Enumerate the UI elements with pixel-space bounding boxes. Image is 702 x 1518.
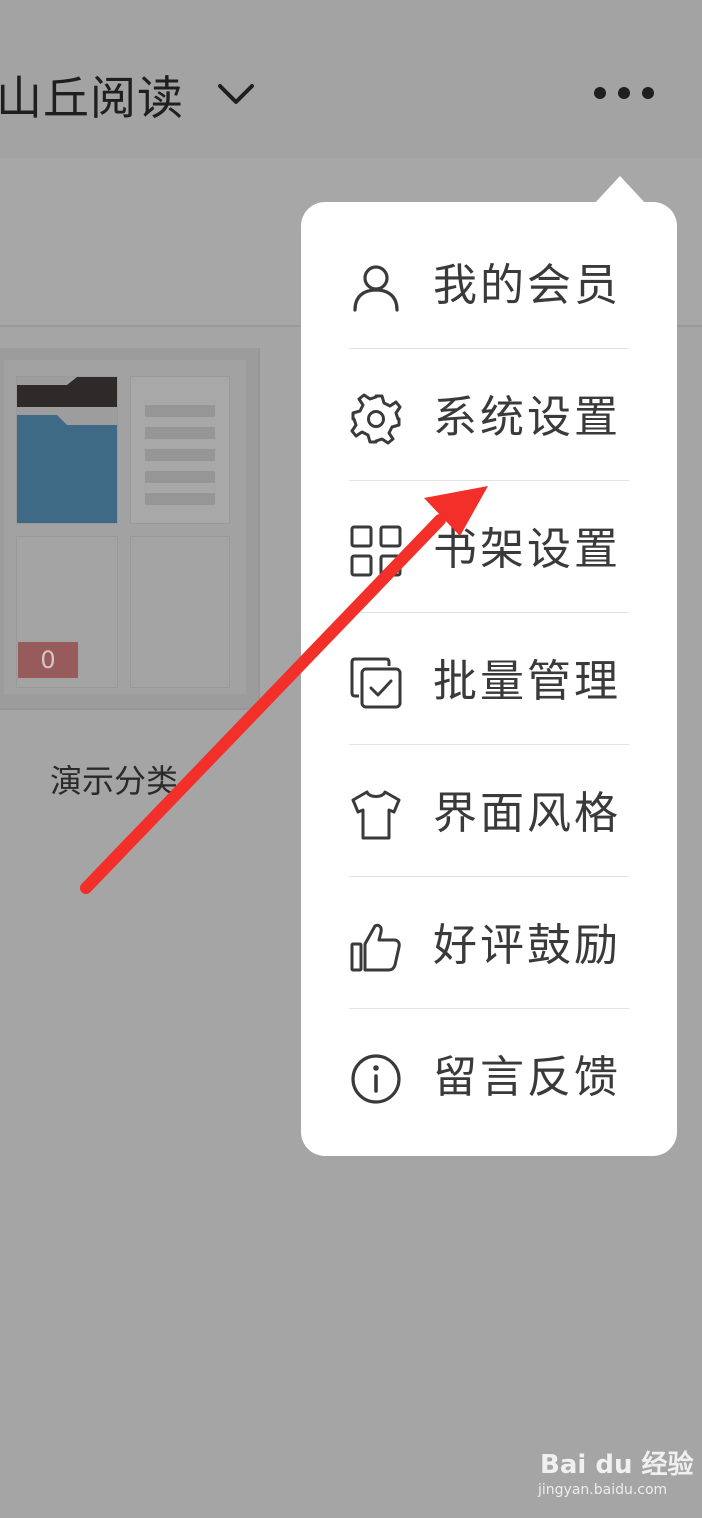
menu-item-label: 留言反馈 <box>433 1052 621 1103</box>
gear-icon <box>350 393 402 445</box>
menu-item-label: 好评鼓励 <box>433 920 621 971</box>
menu-item-label: 界面风格 <box>433 788 621 839</box>
overflow-menu: 我的会员 系统设置 书架设置 批量管理 界面风格 好评鼓励 留言反馈 <box>301 202 677 1156</box>
doc-line <box>145 449 215 461</box>
thumbs-up-icon <box>350 923 401 972</box>
doc-line <box>145 493 215 505</box>
grid-icon <box>350 525 402 577</box>
menu-item-label: 书架设置 <box>433 524 621 575</box>
menu-item-theme[interactable]: 界面风格 <box>301 748 677 880</box>
menu-item-membership[interactable]: 我的会员 <box>301 220 677 352</box>
menu-item-shelf-settings[interactable]: 书架设置 <box>301 484 677 616</box>
folder-thumb-2 <box>130 376 230 524</box>
folder-thumb-4 <box>130 536 230 688</box>
more-horizontal-icon[interactable] <box>584 78 664 108</box>
watermark-brand: Bai du 经验 <box>540 1450 694 1480</box>
menu-divider <box>349 876 629 877</box>
app-title[interactable]: 山丘阅读 <box>0 62 184 128</box>
menu-item-rate[interactable]: 好评鼓励 <box>301 880 677 1012</box>
doc-line <box>145 405 215 417</box>
watermark-url: jingyan.baidu.com <box>538 1482 668 1498</box>
menu-item-label: 系统设置 <box>433 392 621 443</box>
tshirt-icon <box>351 790 401 840</box>
info-icon <box>351 1054 401 1104</box>
menu-divider <box>349 744 629 745</box>
menu-item-label: 批量管理 <box>433 656 621 707</box>
popup-pointer <box>594 176 646 204</box>
folder-thumb-1 <box>16 376 118 524</box>
baidu-watermark: Bai du 经验 jingyan.baidu.com <box>536 1440 694 1504</box>
app-header: 山丘阅读 <box>0 0 702 158</box>
menu-item-label: 我的会员 <box>433 260 621 311</box>
folder-cover: 0 <box>4 360 246 694</box>
folder-card[interactable]: 0 <box>0 348 260 710</box>
menu-item-feedback[interactable]: 留言反馈 <box>301 1012 677 1144</box>
folder-name[interactable]: 演示分类 <box>50 756 178 802</box>
folder-icon <box>17 377 117 523</box>
folder-count-badge: 0 <box>18 642 78 678</box>
doc-line <box>145 427 215 439</box>
menu-divider <box>349 1008 629 1009</box>
menu-divider <box>349 480 629 481</box>
menu-item-batch-manage[interactable]: 批量管理 <box>301 616 677 748</box>
menu-divider <box>349 612 629 613</box>
doc-line <box>145 471 215 483</box>
chevron-down-icon[interactable] <box>216 80 256 110</box>
menu-divider <box>349 348 629 349</box>
menu-item-system-settings[interactable]: 系统设置 <box>301 352 677 484</box>
user-icon <box>353 265 399 312</box>
batch-check-icon <box>350 657 402 709</box>
